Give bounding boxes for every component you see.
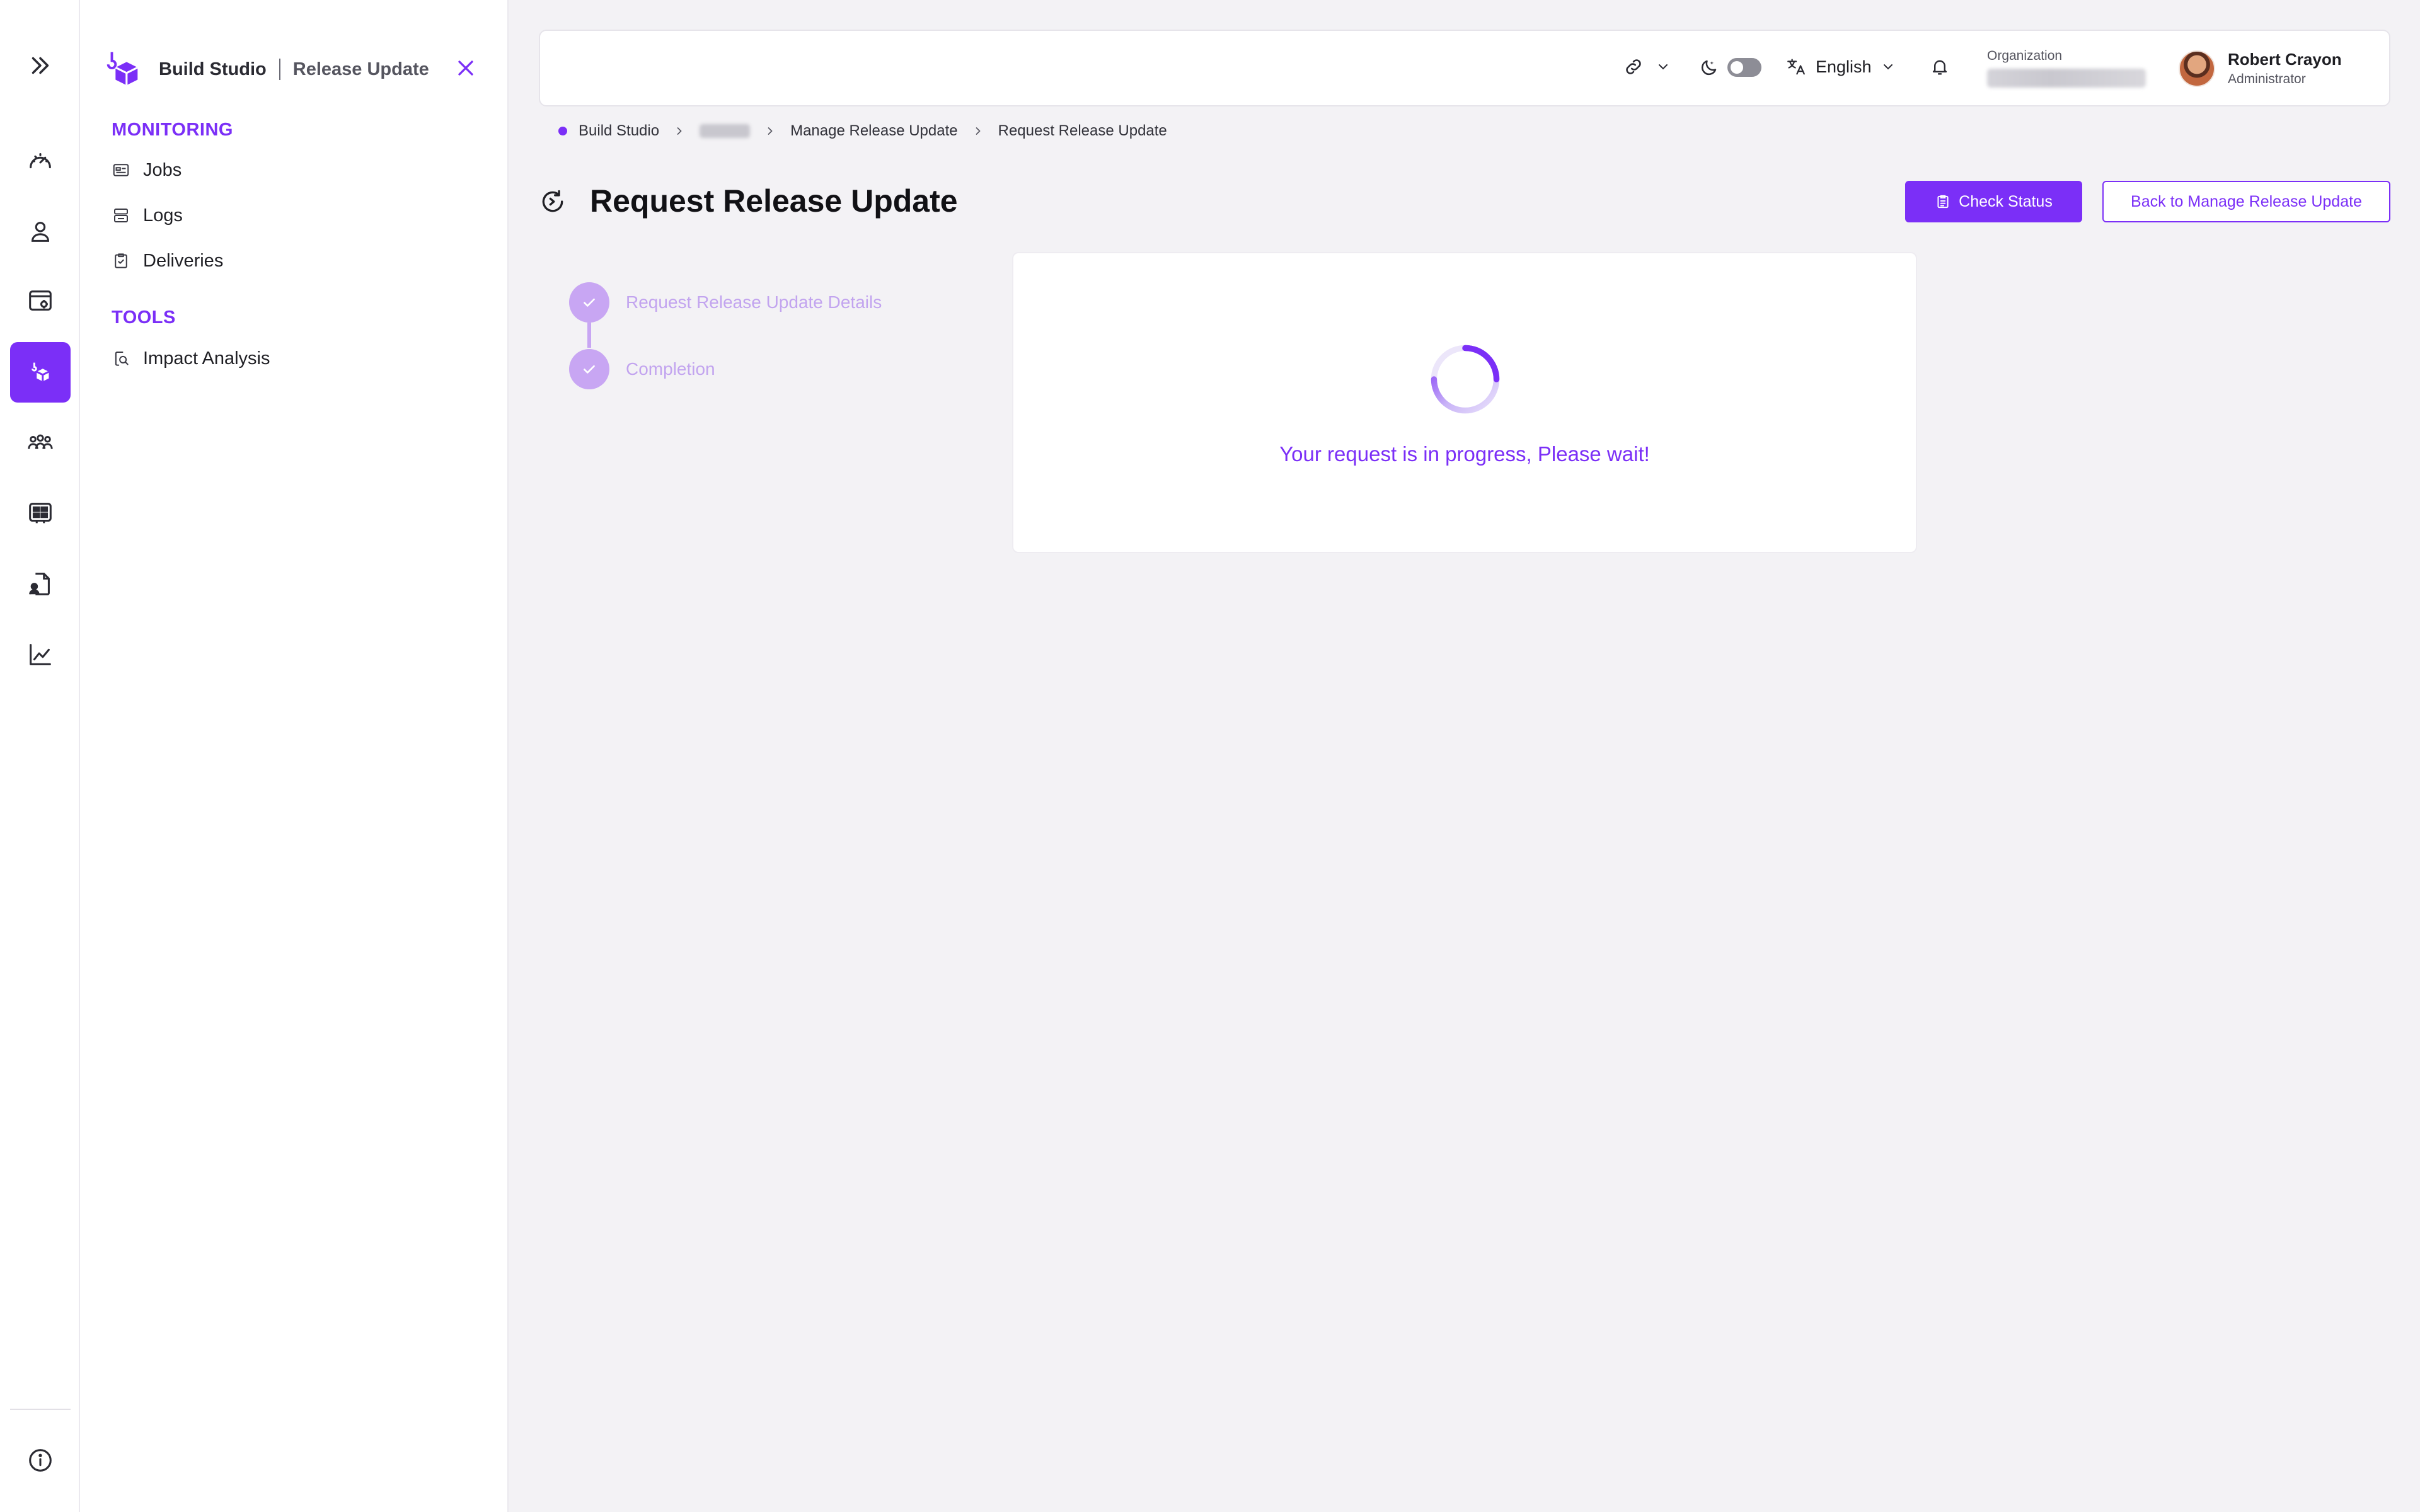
breadcrumb-item-build-studio[interactable]: Build Studio	[579, 122, 659, 140]
jobs-icon	[113, 164, 129, 176]
translate-icon	[1787, 59, 1805, 75]
dashboard-gauge-icon	[30, 152, 51, 169]
rail-divider	[10, 1409, 71, 1410]
rail-item-build-studio[interactable]	[10, 342, 71, 403]
nav-item-label: Impact Analysis	[143, 348, 270, 369]
step-connector	[587, 323, 591, 348]
side-panel: Build Studio Release Update MONITORING J…	[80, 0, 509, 1512]
section-title-monitoring: MONITORING	[112, 120, 233, 140]
user-name: Robert Crayon	[2228, 50, 2342, 69]
checkmark-icon	[584, 298, 595, 307]
user-menu[interactable]: Robert Crayon Administrator	[2179, 50, 2342, 87]
chevron-down-icon	[1659, 64, 1668, 70]
rail-item-profile[interactable]	[10, 202, 71, 262]
progress-card: Your request is in progress, Please wait…	[1012, 252, 1917, 553]
breadcrumb: Build Studio Manage Release Update Reque…	[558, 120, 1167, 142]
nav-item-deliveries[interactable]: Deliveries	[112, 244, 223, 277]
breadcrumb-item-redacted[interactable]	[700, 124, 751, 138]
step-completion: Completion	[569, 349, 715, 389]
organization-value-redacted	[1987, 69, 2146, 88]
refresh-request-icon	[542, 190, 563, 212]
breadcrumb-item-current: Request Release Update	[998, 122, 1167, 139]
checkmark-icon	[584, 365, 595, 374]
nav-item-impact-analysis[interactable]: Impact Analysis	[112, 342, 270, 375]
app-section-name: Release Update	[292, 59, 429, 79]
rail-item-documents[interactable]	[10, 554, 71, 614]
page-title: Request Release Update	[590, 183, 958, 219]
link-icon	[1626, 59, 1641, 74]
app-name: Build Studio	[159, 59, 267, 79]
info-icon	[29, 1449, 52, 1472]
nav-item-logs[interactable]: Logs	[112, 199, 183, 232]
language-dropdown[interactable]: English	[1785, 56, 1896, 77]
chevron-right-icon	[677, 127, 682, 135]
top-bar: English Organization Robert Crayon Admin…	[539, 30, 2390, 106]
organization-selector[interactable]: Organization	[1987, 49, 2146, 88]
user-icon	[32, 222, 49, 242]
grid-board-icon	[29, 503, 52, 524]
organization-label: Organization	[1987, 49, 2063, 63]
close-panel-icon[interactable]	[453, 55, 478, 81]
build-studio-logo-icon	[107, 52, 139, 86]
back-to-manage-button[interactable]: Back to Manage Release Update	[2102, 181, 2390, 222]
step-label: Request Release Update Details	[626, 292, 882, 312]
rail-item-info[interactable]	[10, 1430, 71, 1491]
moon-icon	[1701, 60, 1717, 76]
nav-item-label: Logs	[143, 205, 183, 226]
chevron-down-icon	[1883, 64, 1893, 70]
rail-item-analytics[interactable]	[10, 624, 71, 685]
impact-analysis-icon	[115, 352, 129, 366]
icon-rail	[0, 0, 80, 1512]
loading-spinner-icon	[1431, 345, 1500, 414]
breadcrumb-item-manage-release-update[interactable]: Manage Release Update	[790, 122, 958, 140]
brand-separator	[279, 59, 280, 80]
expand-sidebar-button[interactable]	[10, 35, 71, 96]
nav-item-jobs[interactable]: Jobs	[112, 154, 182, 186]
theme-switcher[interactable]	[1698, 57, 1761, 78]
user-role: Administrator	[2228, 72, 2306, 86]
clipboard-list-icon	[1937, 195, 1949, 209]
build-studio-icon	[32, 362, 50, 382]
nav-item-label: Jobs	[143, 159, 182, 180]
notification-bell-icon[interactable]	[1929, 56, 1950, 77]
chevron-right-icon	[768, 127, 773, 135]
section-title-tools: TOOLS	[112, 307, 176, 328]
links-dropdown[interactable]	[1623, 56, 1671, 77]
check-status-label: Check Status	[1959, 192, 2053, 210]
avatar	[2179, 50, 2215, 87]
logs-icon	[114, 209, 128, 222]
step-label: Completion	[626, 359, 715, 379]
rail-item-settings[interactable]	[10, 271, 71, 331]
step-complete-indicator	[569, 282, 609, 323]
language-label: English	[1816, 57, 1872, 76]
rail-item-dashboard[interactable]	[10, 131, 71, 192]
settings-window-icon	[29, 290, 52, 311]
rail-item-teams[interactable]	[10, 413, 71, 473]
progress-message: Your request is in progress, Please wait…	[1279, 442, 1650, 466]
breadcrumb-dot	[558, 127, 567, 135]
step-details: Request Release Update Details	[569, 282, 882, 323]
panel-header: Build Studio Release Update	[101, 44, 492, 94]
team-icon	[28, 434, 53, 449]
analytics-chart-icon	[30, 644, 51, 665]
nav-item-label: Deliveries	[143, 250, 224, 271]
expand-chevrons-icon	[32, 57, 49, 74]
document-person-icon	[29, 573, 50, 595]
clipboard-check-icon	[115, 253, 127, 268]
chevron-right-icon	[976, 127, 981, 135]
check-status-button[interactable]: Check Status	[1905, 181, 2082, 222]
step-complete-indicator	[569, 349, 609, 389]
dark-mode-toggle[interactable]	[1727, 58, 1761, 77]
rail-item-boards[interactable]	[10, 483, 71, 544]
